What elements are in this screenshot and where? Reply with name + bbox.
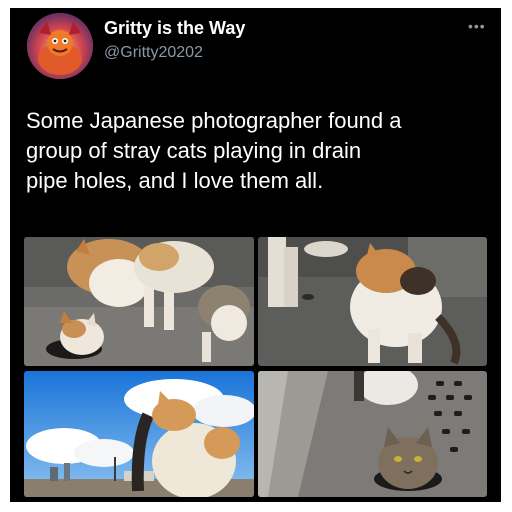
tweet-text-line: group of stray cats playing in drain: [26, 138, 362, 163]
tweet-text-line: pipe holes, and I love them all.: [26, 168, 324, 193]
display-name[interactable]: Gritty is the Way: [104, 18, 245, 39]
user-handle[interactable]: @Gritty20202: [104, 44, 203, 62]
avatar[interactable]: [27, 13, 93, 79]
tweet-text: Some Japanese photographer found a group…: [26, 106, 496, 196]
tweet-text-line: Some Japanese photographer found a: [26, 108, 402, 133]
photo-tabby-cat-in-drain-hole[interactable]: [258, 371, 487, 497]
more-horizontal-icon[interactable]: •••: [468, 18, 486, 34]
photo-calico-cat-on-pavement[interactable]: [258, 237, 487, 366]
photo-cats-around-drain-hole[interactable]: [24, 237, 254, 366]
tweet-card: Gritty is the Way @Gritty20202 ••• Some …: [10, 8, 501, 502]
photo-cats-under-blue-sky[interactable]: [24, 371, 254, 497]
